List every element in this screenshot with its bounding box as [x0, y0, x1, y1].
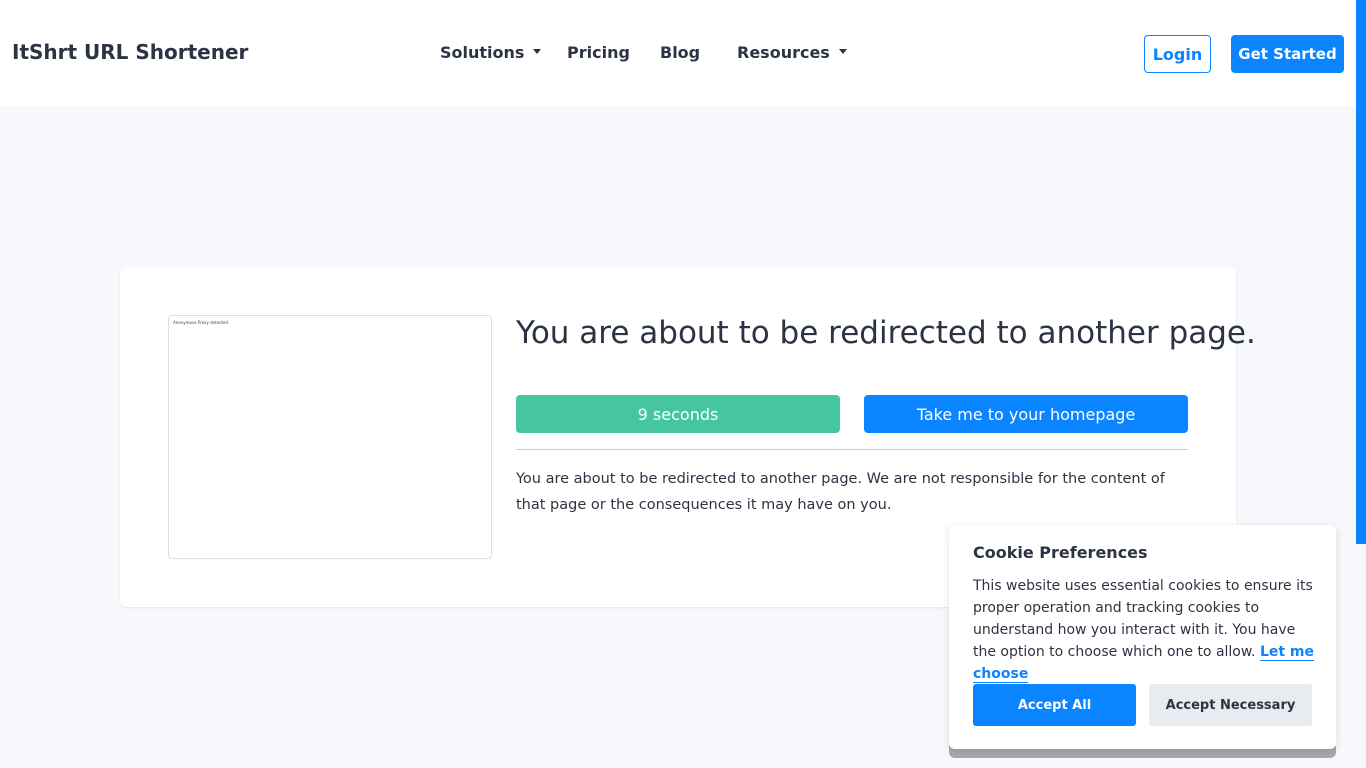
nav-pricing[interactable]: Pricing: [567, 43, 630, 62]
nav-resources[interactable]: Resources: [737, 43, 847, 62]
cookie-text: This website uses essential cookies to e…: [973, 575, 1315, 685]
accept-necessary-button[interactable]: Accept Necessary: [1149, 684, 1312, 726]
chevron-down-icon: [838, 49, 847, 54]
chevron-down-icon: [533, 49, 542, 54]
site-header: ItShrt URL Shortener Solutions Pricing B…: [0, 0, 1356, 106]
preview-text: Anonymous Proxy detected.: [173, 320, 230, 325]
homepage-button[interactable]: Take me to your homepage: [864, 395, 1188, 433]
nav-pricing-label: Pricing: [567, 43, 630, 62]
brand-logo[interactable]: ItShrt URL Shortener: [12, 40, 248, 64]
nav-solutions[interactable]: Solutions: [440, 43, 542, 62]
scrollbar[interactable]: [1356, 0, 1366, 544]
destination-preview: Anonymous Proxy detected.: [168, 315, 492, 559]
cookie-banner: Cookie Preferences This website uses ess…: [949, 525, 1336, 749]
countdown-button[interactable]: 9 seconds: [516, 395, 840, 433]
accept-all-button[interactable]: Accept All: [973, 684, 1136, 726]
cookie-title: Cookie Preferences: [973, 543, 1148, 562]
page-title: You are about to be redirected to anothe…: [516, 315, 1256, 351]
nav-blog[interactable]: Blog: [660, 43, 700, 62]
divider: [516, 449, 1188, 450]
disclaimer-text: You are about to be redirected to anothe…: [516, 471, 1165, 513]
nav-resources-label: Resources: [737, 43, 830, 62]
nav-solutions-label: Solutions: [440, 43, 525, 62]
login-button[interactable]: Login: [1144, 35, 1211, 73]
nav-blog-label: Blog: [660, 43, 701, 62]
get-started-button[interactable]: Get Started: [1231, 35, 1344, 73]
